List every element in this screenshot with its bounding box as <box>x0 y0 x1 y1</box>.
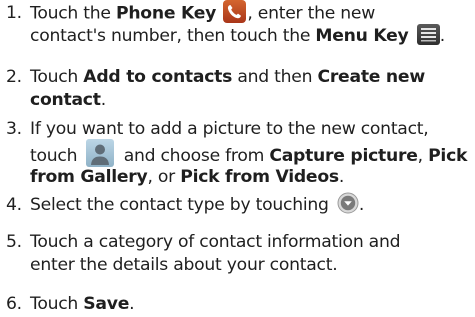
step-number: 2. <box>6 67 22 87</box>
step-text-line: touch and choose from Capture picture, P… <box>30 139 468 167</box>
step-text: Touch <box>30 294 84 314</box>
step-text: enter the details about your contact. <box>30 255 338 275</box>
step-text: . <box>439 26 445 46</box>
step-text-line: enter the details about your contact. <box>30 254 338 276</box>
step-number: 3. <box>6 119 22 139</box>
instruction-steps: 1. Touch the Phone Key , enter the new c… <box>0 0 475 317</box>
step-text-line: Select the contact type by touching . <box>30 192 365 216</box>
contact-picture-icon <box>86 139 115 167</box>
step-text: , <box>417 146 429 166</box>
phone-key-label: Phone Key <box>115 3 217 24</box>
step-text: and choose from <box>123 146 270 166</box>
step-number: 1. <box>6 3 22 23</box>
step-text: , or <box>147 167 181 187</box>
step-text-line: Touch the Phone Key , enter the new <box>30 0 376 24</box>
step-text: touch <box>30 146 83 166</box>
pick-from-videos-label: Pick from Videos <box>180 167 339 187</box>
step-text: Touch a category of contact information … <box>30 232 401 252</box>
step-text: . <box>338 167 345 187</box>
menu-key-icon <box>416 23 440 45</box>
step-text-line: If you want to add a picture to the new … <box>30 118 429 140</box>
create-new-contact-label: contact <box>30 90 101 110</box>
step-text: If you want to add a picture to the new … <box>30 119 429 139</box>
step-text: . <box>100 90 106 110</box>
step-text-line: Touch Add to contacts and then Create ne… <box>30 66 425 88</box>
step-text: , enter the new <box>247 3 376 24</box>
step-text-line: contact. <box>30 89 106 111</box>
step-text-line: Touch Save. <box>30 293 135 315</box>
step-text-line: Touch a category of contact information … <box>30 231 401 253</box>
step-text: Touch the <box>30 3 116 24</box>
step-text: . <box>358 195 365 215</box>
save-label: Save <box>83 294 130 314</box>
step-number: 5. <box>6 232 22 252</box>
step-number: 4. <box>6 195 22 215</box>
step-text: . <box>129 294 135 314</box>
step-text-line: from Gallery, or Pick from Videos. <box>30 166 344 188</box>
pick-from-gallery-label: Pick <box>428 146 468 166</box>
step-text-line: contact's number, then touch the Menu Ke… <box>30 23 445 47</box>
create-new-contact-label: Create new <box>317 67 425 87</box>
pick-from-gallery-label: from Gallery <box>30 167 148 187</box>
menu-key-label: Menu Key <box>315 26 409 46</box>
step-text: Touch <box>30 67 84 87</box>
step-text: Select the contact type by touching <box>30 195 334 215</box>
step-text: and then <box>232 67 318 87</box>
contact-type-dropdown-icon <box>337 192 359 214</box>
capture-picture-label: Capture picture <box>269 146 418 166</box>
add-to-contacts-label: Add to contacts <box>83 67 233 87</box>
phone-key-icon <box>223 0 247 23</box>
step-text: contact's number, then touch the <box>30 26 316 46</box>
step-number: 6. <box>6 294 22 314</box>
